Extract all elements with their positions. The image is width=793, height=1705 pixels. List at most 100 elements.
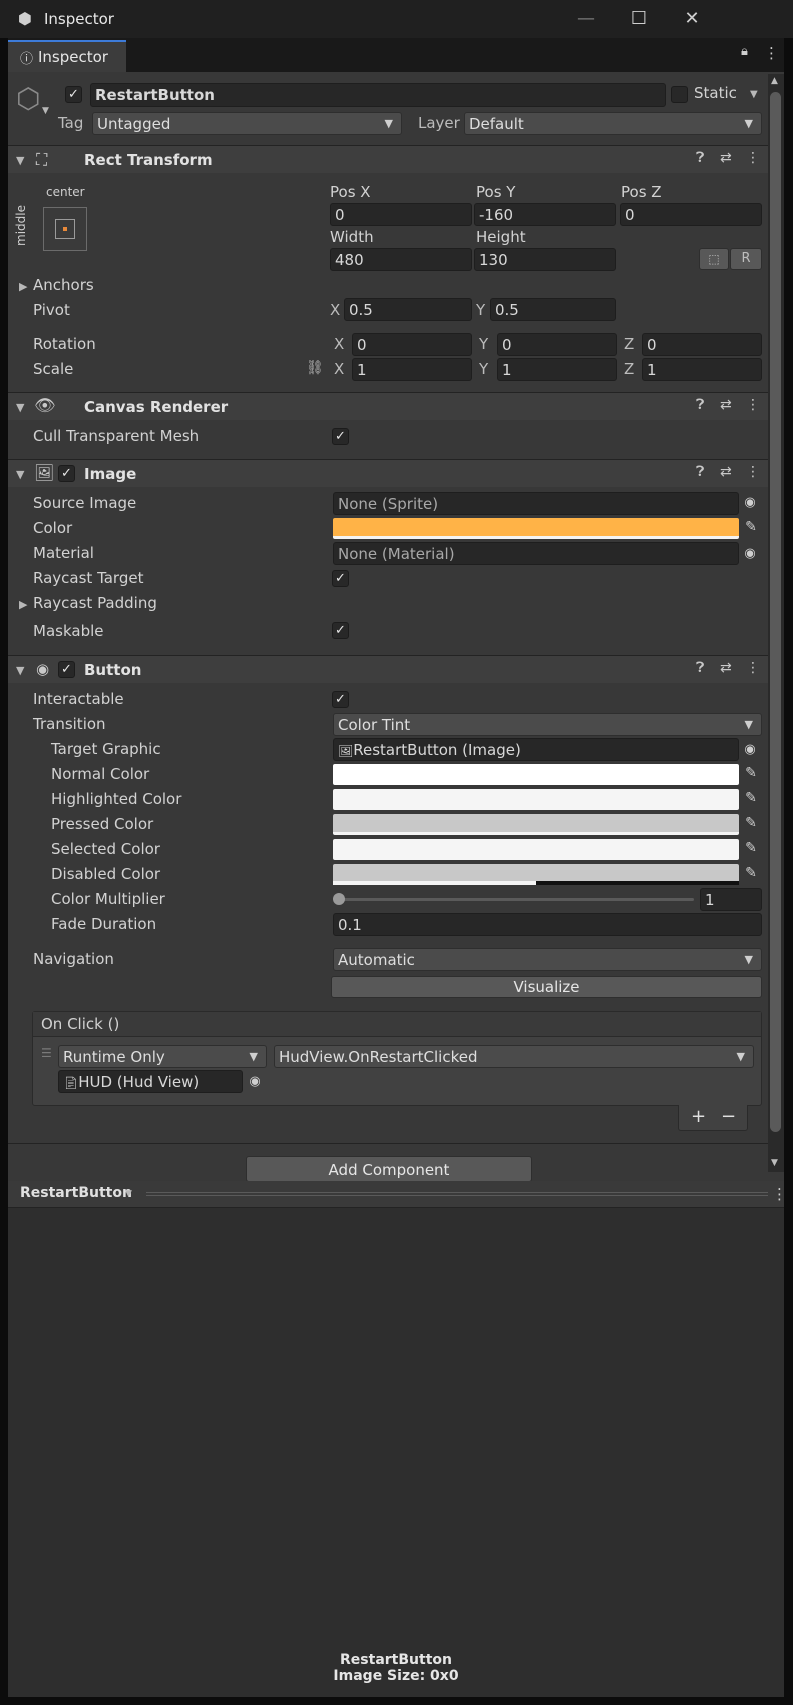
fold-arrow-icon[interactable]: ▼ <box>16 401 24 414</box>
presets-icon[interactable]: ⇄ <box>720 660 732 676</box>
raycast-padding-fold-icon[interactable]: ▶ <box>19 598 27 611</box>
help-icon[interactable]: ❓︎ <box>696 150 704 166</box>
component-menu-icon[interactable]: ⋮ <box>746 397 760 413</box>
help-icon[interactable]: ❓︎ <box>696 464 704 480</box>
fold-arrow-icon[interactable]: ▼ <box>16 664 24 677</box>
disabled-color-swatch[interactable] <box>333 864 739 885</box>
anchor-presets-button[interactable] <box>43 207 87 251</box>
normal-color-swatch[interactable] <box>333 764 739 785</box>
object-picker-icon[interactable]: ◉ <box>740 543 760 564</box>
scale-y-field[interactable]: 1 <box>497 358 617 381</box>
transition-dropdown[interactable]: Color Tint ▼ <box>333 713 762 736</box>
object-picker-icon[interactable]: ◉ <box>740 739 760 760</box>
lock-icon[interactable]: 🔒︎ <box>741 44 748 59</box>
scrollbar-thumb[interactable] <box>770 92 781 1132</box>
add-component-button[interactable]: Add Component <box>246 1156 532 1182</box>
button-enabled-checkbox[interactable]: ✓ <box>58 661 75 678</box>
rotation-z-field[interactable]: 0 <box>642 333 762 356</box>
runtime-dropdown[interactable]: Runtime Only ▼ <box>58 1045 267 1068</box>
rect-transform-header[interactable]: ▼ ⛶ Rect Transform ❓︎ ⇄ ⋮ <box>8 145 768 173</box>
pos-z-field[interactable]: 0 <box>620 203 762 226</box>
active-checkbox[interactable]: ✓ <box>65 86 82 103</box>
target-graphic-field[interactable]: 🖼︎RestartButton (Image) <box>333 738 739 761</box>
rotation-y-field[interactable]: 0 <box>497 333 617 356</box>
height-field[interactable]: 130 <box>474 248 616 271</box>
layer-dropdown[interactable]: Default ▼ <box>464 112 762 135</box>
material-field[interactable]: None (Material) <box>333 542 739 565</box>
object-picker-icon[interactable]: ◉ <box>740 492 760 513</box>
image-enabled-checkbox[interactable]: ✓ <box>58 465 75 482</box>
static-dropdown-arrow-icon[interactable]: ▼ <box>750 89 758 100</box>
pivot-x-field[interactable]: 0.5 <box>344 298 472 321</box>
object-picker-icon[interactable]: ◉ <box>245 1071 265 1092</box>
button-header[interactable]: ▼ ◉ ✓ Button ❓︎ ⇄ ⋮ <box>8 655 768 683</box>
chevron-down-icon[interactable]: ▼ <box>125 1189 132 1199</box>
presets-icon[interactable]: ⇄ <box>720 464 732 480</box>
selected-color-swatch[interactable] <box>333 839 739 860</box>
anchors-fold-icon[interactable]: ▶ <box>19 280 27 293</box>
visualize-button[interactable]: Visualize <box>331 976 762 998</box>
help-icon[interactable]: ❓︎ <box>696 660 704 676</box>
pivot-y-field[interactable]: 0.5 <box>490 298 616 321</box>
fade-duration-field[interactable]: 0.1 <box>333 913 762 936</box>
rotation-x-field[interactable]: 0 <box>352 333 472 356</box>
component-menu-icon[interactable]: ⋮ <box>746 464 760 480</box>
help-icon[interactable]: ❓︎ <box>696 397 704 413</box>
presets-icon[interactable]: ⇄ <box>720 150 732 166</box>
tag-dropdown[interactable]: Untagged ▼ <box>92 112 402 135</box>
source-image-field[interactable]: None (Sprite) <box>333 492 739 515</box>
blueprint-mode-button[interactable]: ⬚ <box>699 248 729 270</box>
pos-x-field[interactable]: 0 <box>330 203 472 226</box>
preview-object-dropdown[interactable]: RestartButton <box>20 1185 132 1201</box>
drag-handle-icon[interactable]: ☰ <box>41 1046 52 1060</box>
pos-y-field[interactable]: -160 <box>474 203 616 226</box>
component-menu-icon[interactable]: ⋮ <box>746 150 760 166</box>
eyedropper-icon[interactable]: ✎ <box>741 840 761 861</box>
fold-arrow-icon[interactable]: ▼ <box>16 154 24 167</box>
eyedropper-icon[interactable]: ✎ <box>741 765 761 786</box>
navigation-dropdown[interactable]: Automatic ▼ <box>333 948 762 971</box>
color-multiplier-slider-handle[interactable] <box>333 893 345 905</box>
function-dropdown[interactable]: HudView.OnRestartClicked ▼ <box>274 1045 754 1068</box>
eyedropper-icon[interactable]: ✎ <box>741 790 761 811</box>
anchors-label[interactable]: Anchors <box>33 276 94 294</box>
maximize-button[interactable]: ☐ <box>617 6 661 32</box>
cull-transparent-mesh-checkbox[interactable]: ✓ <box>332 428 349 445</box>
close-button[interactable]: ✕ <box>670 6 714 32</box>
raycast-padding-label[interactable]: Raycast Padding <box>33 594 157 612</box>
maskable-checkbox[interactable]: ✓ <box>332 622 349 639</box>
fold-arrow-icon[interactable]: ▼ <box>16 468 24 481</box>
tab-inspector[interactable]: ⓘ Inspector <box>8 40 126 73</box>
eyedropper-icon[interactable]: ✎ <box>741 519 761 540</box>
add-listener-button[interactable]: + <box>691 1106 706 1127</box>
icon-dropdown-arrow-icon[interactable]: ▼ <box>42 106 49 116</box>
target-object-field[interactable]: 📄︎HUD (Hud View) <box>58 1070 243 1093</box>
width-field[interactable]: 480 <box>330 248 472 271</box>
scale-z-field[interactable]: 1 <box>642 358 762 381</box>
presets-icon[interactable]: ⇄ <box>720 397 732 413</box>
static-checkbox[interactable] <box>671 86 688 103</box>
component-menu-icon[interactable]: ⋮ <box>746 660 760 676</box>
color-multiplier-slider-track[interactable] <box>338 898 694 901</box>
scroll-up-icon[interactable]: ▲ <box>771 76 778 86</box>
scroll-down-icon[interactable]: ▼ <box>771 1158 778 1168</box>
scale-x-field[interactable]: 1 <box>352 358 472 381</box>
pressed-color-swatch[interactable] <box>333 814 739 835</box>
preview-menu-icon[interactable]: ⋮ <box>772 1185 787 1203</box>
canvas-renderer-header[interactable]: ▼ 👁︎ Canvas Renderer ❓︎ ⇄ ⋮ <box>8 392 768 420</box>
color-multiplier-field[interactable]: 1 <box>700 888 762 911</box>
object-name-field[interactable]: RestartButton <box>90 83 666 107</box>
kebab-menu-icon[interactable]: ⋮ <box>764 44 779 62</box>
constrain-proportions-icon[interactable]: ⛓ <box>306 360 324 376</box>
raycast-target-checkbox[interactable]: ✓ <box>332 570 349 587</box>
color-swatch[interactable] <box>333 518 739 539</box>
image-header[interactable]: ▼ 🖼︎ ✓ Image ❓︎ ⇄ ⋮ <box>8 459 768 487</box>
eyedropper-icon[interactable]: ✎ <box>741 815 761 836</box>
minimize-button[interactable]: — <box>564 6 608 32</box>
interactable-checkbox[interactable]: ✓ <box>332 691 349 708</box>
raw-edit-button[interactable]: R <box>730 248 762 270</box>
highlighted-color-swatch[interactable] <box>333 789 739 810</box>
eyedropper-icon[interactable]: ✎ <box>741 865 761 886</box>
preview-resize-handle[interactable] <box>146 1192 768 1196</box>
remove-listener-button[interactable]: − <box>721 1106 736 1127</box>
